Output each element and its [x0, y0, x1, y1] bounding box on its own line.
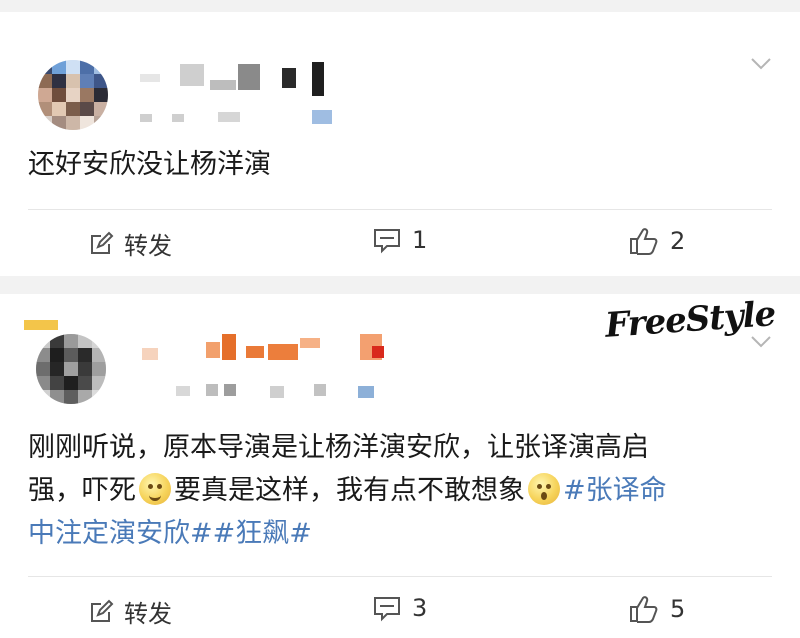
- post-text-line: 强，吓死 要真是这样，我有点不敢想象 #张译命: [28, 469, 667, 512]
- post-card-1: 还好安欣没让杨洋演 转发 1 2: [0, 12, 800, 276]
- divider: [28, 209, 772, 210]
- avatar[interactable]: [36, 334, 106, 404]
- smile-emoji-icon: [139, 473, 171, 505]
- post-text-segment: 要真是这样，我有点不敢想象: [174, 475, 525, 506]
- repost-label: 转发: [124, 600, 172, 628]
- repost-button[interactable]: 转发: [88, 594, 172, 629]
- post-text-segment: 强，吓死: [28, 475, 136, 506]
- like-count: 2: [670, 227, 686, 255]
- thumbs-up-icon: [630, 228, 658, 255]
- repost-button[interactable]: 转发: [88, 226, 172, 261]
- comment-button[interactable]: 1: [372, 226, 427, 254]
- post-text-line: 中注定演安欣##狂飙#: [28, 512, 667, 555]
- edit-icon: [91, 599, 114, 622]
- comment-button[interactable]: 3: [372, 594, 427, 622]
- like-count: 5: [670, 595, 686, 623]
- comment-icon: [374, 229, 400, 254]
- shocked-emoji-icon: [528, 473, 560, 505]
- hashtag-link[interactable]: 中注定演安欣##狂飙#: [28, 518, 312, 549]
- chevron-down-icon[interactable]: [748, 50, 774, 76]
- comment-icon: [374, 597, 400, 622]
- post-text: 刚刚听说，原本导演是让杨洋演安欣，让张译演高启 强，吓死 要真是这样，我有点不敢想…: [28, 426, 667, 555]
- post-card-2: 刚刚听说，原本导演是让杨洋演安欣，让张译演高启 强，吓死 要真是这样，我有点不敢想…: [0, 294, 800, 638]
- repost-label: 转发: [124, 232, 172, 260]
- like-button[interactable]: 2: [628, 226, 685, 256]
- hashtag-link[interactable]: #张译命: [563, 475, 667, 506]
- avatar[interactable]: [38, 60, 108, 130]
- like-button[interactable]: 5: [628, 594, 685, 624]
- comment-count: 3: [412, 594, 428, 622]
- comment-count: 1: [412, 226, 428, 254]
- post-text-line: 刚刚听说，原本导演是让杨洋演安欣，让张译演高启: [28, 432, 649, 463]
- divider: [28, 576, 772, 577]
- post-text: 还好安欣没让杨洋演: [28, 149, 271, 180]
- thumbs-up-icon: [630, 596, 658, 623]
- edit-icon: [91, 231, 114, 254]
- avatar-badge: [24, 320, 58, 330]
